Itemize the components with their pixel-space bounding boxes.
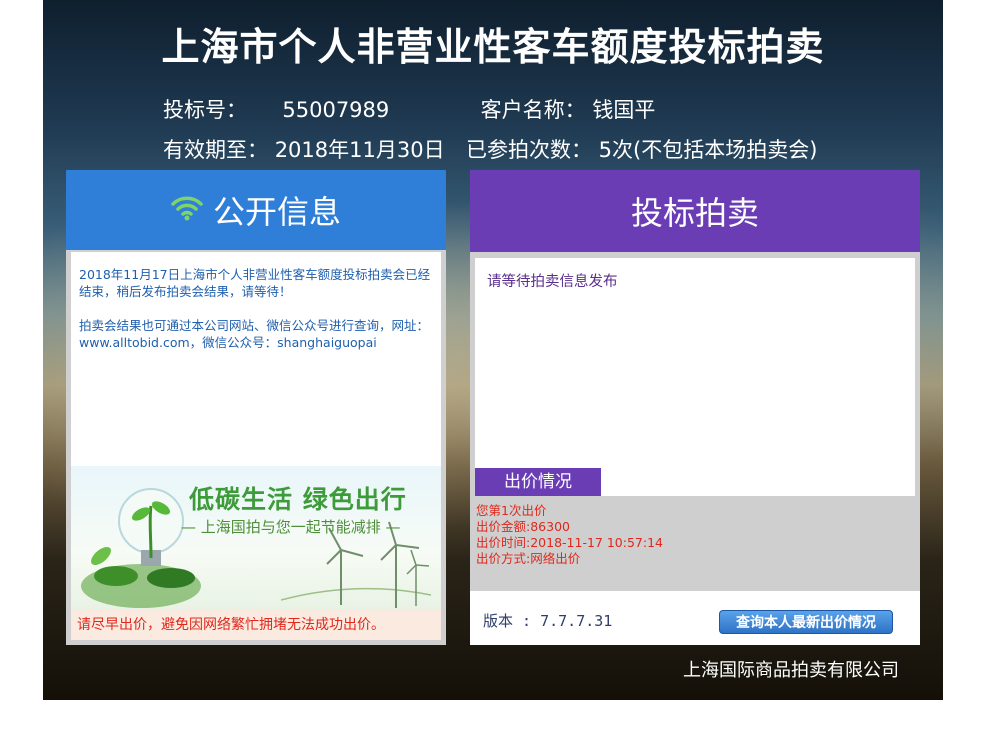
query-latest-bid-button[interactable]: 查询本人最新出价情况	[719, 610, 893, 634]
customer-name-label: 客户名称：	[480, 98, 586, 122]
bid-line: 出价时间:2018-11-17 10:57:14	[476, 535, 663, 550]
bidding-panel: 投标拍卖 请等待拍卖信息发布 出价情况 您第1次出价 出价金额:86300 出价…	[470, 170, 920, 645]
participation-label: 已参拍次数：	[465, 138, 592, 162]
public-info-panel: 公开信息 2018年11月17日上海市个人非营业性客车额度投标拍卖会已经结束，稍…	[66, 170, 446, 645]
eco-banner: 低碳生活 绿色出行 — 上海国拍与您一起节能减排 —	[71, 466, 441, 610]
info-paragraph: 2018年11月17日上海市个人非营业性客车额度投标拍卖会已经结束，稍后发布拍卖…	[79, 267, 431, 299]
bid-line: 出价金额:86300	[476, 519, 570, 534]
banner-title: 低碳生活 绿色出行	[189, 485, 407, 514]
participation-count: 5次(不包括本场拍卖会)	[598, 138, 818, 162]
banner-subtitle: — 上海国拍与您一起节能减排 —	[181, 518, 401, 536]
bidding-header: 投标拍卖	[470, 170, 920, 252]
status-bar: 版本 : 7.7.7.31 查询本人最新出价情况	[470, 591, 920, 645]
bid-number: 55007989	[282, 98, 390, 122]
lightbulb-plant-image	[81, 488, 201, 608]
bid-notice: 请尽早出价，避免因网络繁忙拥堵无法成功出价。	[71, 610, 441, 640]
validity-label: 有效期至：	[163, 138, 268, 162]
bid-status-tab[interactable]: 出价情况	[475, 468, 601, 496]
bid-line: 您第1次出价	[476, 503, 547, 518]
bidder-info-line-1: 投标号： 55007989 客户名称： 钱国平	[163, 94, 655, 124]
customer-name: 钱国平	[592, 98, 656, 122]
auction-message: 请等待拍卖信息发布	[487, 274, 618, 290]
public-info-header: 公开信息	[66, 170, 446, 250]
bid-line: 出价方式:网络出价	[476, 551, 581, 566]
bid-number-label: 投标号：	[163, 98, 247, 122]
bidder-info-line-2: 有效期至： 2018年11月30日 已参拍次数： 5次(不包括本场拍卖会)	[163, 134, 817, 164]
wifi-icon	[171, 191, 203, 229]
bid-details: 您第1次出价 出价金额:86300 出价时间:2018-11-17 10:57:…	[476, 503, 916, 591]
page-title: 上海市个人非营业性客车额度投标拍卖	[161, 25, 825, 69]
public-info-title: 公开信息	[212, 193, 341, 231]
company-name: 上海国际商品拍卖有限公司	[683, 660, 899, 681]
validity-date: 2018年11月30日	[274, 138, 445, 162]
auction-message-area: 请等待拍卖信息发布	[475, 258, 915, 496]
version-label: 版本 : 7.7.7.31	[483, 612, 613, 630]
public-info-content: 2018年11月17日上海市个人非营业性客车额度投标拍卖会已经结束，稍后发布拍卖…	[71, 252, 441, 472]
info-paragraph: 拍卖会结果也可通过本公司网站、微信公众号进行查询，网址：www.alltobid…	[79, 318, 430, 350]
auction-screen: 上海市个人非营业性客车额度投标拍卖 投标号： 55007989 客户名称： 钱国…	[43, 0, 943, 700]
